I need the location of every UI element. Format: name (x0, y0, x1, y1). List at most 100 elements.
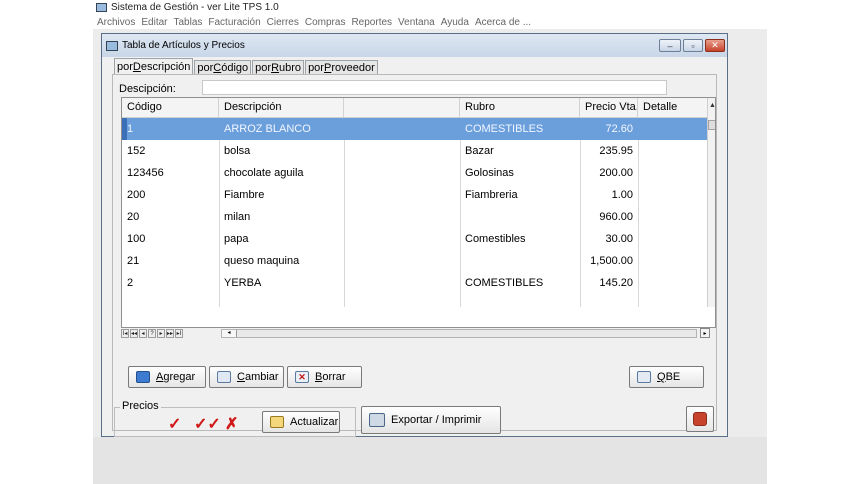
cross-icon[interactable]: ✗ (225, 417, 238, 433)
column-header-blank[interactable] (344, 98, 460, 117)
cell-blank (344, 228, 460, 250)
cell-descripcion: ARROZ BLANCO (224, 123, 311, 135)
cell-rubro: Comestibles (465, 233, 526, 245)
exit-button[interactable] (686, 406, 714, 432)
column-header-detalle[interactable]: Detalle (638, 98, 710, 117)
cell-descripcion: YERBA (224, 277, 262, 289)
tab-por-rubro[interactable]: por Rubro (252, 60, 305, 74)
cell-blank (344, 184, 460, 206)
close-button[interactable]: ✕ (705, 39, 725, 52)
menu-compras[interactable]: Compras (305, 17, 346, 28)
table-row[interactable]: 2 YERBA COMESTIBLES 145.20 (122, 272, 710, 294)
tab-por-descripcion[interactable]: por Descripción (114, 58, 194, 74)
cambiar-button[interactable]: Cambiar (209, 366, 284, 388)
scroll-up-icon[interactable]: ▲ (708, 101, 715, 110)
record-number-button[interactable]: ? (148, 329, 156, 338)
tab-panel: Descipción: Código Descripción Rubro Pre… (112, 74, 717, 431)
tab-label-key: P (323, 61, 332, 74)
menu-reportes[interactable]: Reportes (351, 17, 392, 28)
check-icon[interactable]: ✓ (168, 417, 181, 433)
tab-por-codigo[interactable]: por Código (194, 60, 252, 74)
cell-rubro: Golosinas (465, 167, 514, 179)
double-check-icon[interactable]: ✓✓ (194, 417, 221, 433)
grid-vertical-scrollbar[interactable]: ▲ (707, 98, 715, 307)
precios-label: Precios (120, 400, 161, 412)
cell-detalle (638, 206, 710, 228)
borrar-button[interactable]: ✕ Borrar (287, 366, 362, 388)
actualizar-button[interactable]: Actualizar (262, 411, 340, 433)
window-title: Tabla de Artículos y Precios (122, 40, 245, 51)
qbe-button[interactable]: Q BE (629, 366, 704, 388)
cambiar-label: ambiar (244, 371, 279, 383)
tab-label-rest: ódigo (221, 61, 249, 74)
cell-detalle (638, 118, 710, 140)
table-row[interactable]: 200 Fiambre Fiambreria 1.00 (122, 184, 710, 206)
tab-label-prefix: por (255, 61, 272, 74)
app-icon (96, 3, 107, 12)
descripcion-label: Descipción: (119, 83, 176, 95)
cell-precio: 960.00 (599, 211, 633, 223)
grid-horizontal-scrollbar[interactable]: ◂ (221, 329, 697, 338)
menu-archivos[interactable]: Archivos (97, 17, 135, 28)
table-row[interactable]: 21 queso maquina 1,500.00 (122, 250, 710, 272)
menu-tablas[interactable]: Tablas (173, 17, 202, 28)
scroll-thumb[interactable] (708, 120, 715, 130)
tab-label-rest: ubro (279, 61, 302, 74)
menu-ventana[interactable]: Ventana (398, 17, 435, 28)
add-record-icon (136, 371, 150, 383)
column-header-precio[interactable]: Precio Vta. (580, 98, 638, 117)
agregar-key: A (156, 371, 164, 383)
menu-cierres[interactable]: Cierres (267, 17, 299, 28)
prev-record-button[interactable]: ◂ (139, 329, 147, 338)
menu-facturacion[interactable]: Facturación (208, 17, 260, 28)
table-row[interactable]: 123456 chocolate aguila Golosinas 200.00 (122, 162, 710, 184)
next-page-button[interactable]: ▸▸ (166, 329, 174, 338)
first-record-button[interactable]: I◂ (121, 329, 129, 338)
cell-descripcion: bolsa (224, 145, 251, 157)
articles-grid: Código Descripción Rubro Precio Vta. Det… (121, 97, 716, 328)
cell-blank (344, 206, 460, 228)
scroll-right-icon[interactable]: ▸ (700, 328, 710, 338)
grid-header: Código Descripción Rubro Precio Vta. Det… (122, 98, 710, 118)
edit-record-icon (217, 371, 231, 383)
descripcion-input[interactable] (202, 80, 667, 95)
table-row[interactable]: 1 ARROZ BLANCO COMESTIBLES 72.60 (122, 118, 710, 140)
cell-blank (344, 140, 460, 162)
column-header-codigo[interactable]: Código (122, 98, 219, 117)
qbe-label: BE (665, 371, 681, 383)
menubar: Archivos Editar Tablas Facturación Cierr… (93, 15, 767, 29)
tab-label-prefix: por (197, 61, 214, 74)
menu-acerca[interactable]: Acerca de ... (475, 17, 531, 28)
cell-precio: 235.95 (599, 145, 633, 157)
column-header-descripcion[interactable]: Descripción (219, 98, 344, 117)
tab-label-key: C (213, 61, 222, 74)
borrar-label: orrar (322, 371, 346, 383)
cell-precio: 145.20 (599, 277, 633, 289)
table-row[interactable]: 152 bolsa Bazar 235.95 (122, 140, 710, 162)
menu-ayuda[interactable]: Ayuda (441, 17, 469, 28)
cell-rubro: COMESTIBLES (465, 123, 544, 135)
next-record-button[interactable]: ▸ (157, 329, 165, 338)
column-header-rubro[interactable]: Rubro (460, 98, 580, 117)
cell-descripcion: chocolate aguila (224, 167, 304, 179)
agregar-button[interactable]: Agregar (128, 366, 206, 388)
menu-editar[interactable]: Editar (141, 17, 167, 28)
scroll-left-icon[interactable]: ◂ (222, 330, 237, 337)
last-record-button[interactable]: ▸I (175, 329, 183, 338)
restore-button[interactable]: ▫ (683, 39, 703, 52)
prev-page-button[interactable]: ◂◂ (130, 329, 138, 338)
table-row[interactable]: 20 milan 960.00 (122, 206, 710, 228)
table-row[interactable]: 100 papa Comestibles 30.00 (122, 228, 710, 250)
exportar-imprimir-button[interactable]: Exportar / Imprimir (361, 406, 501, 434)
cell-codigo: 20 (127, 211, 140, 223)
cell-precio: 30.00 (605, 233, 633, 245)
cell-precio: 1,500.00 (590, 255, 633, 267)
cell-detalle (638, 162, 710, 184)
articulos-window: Tabla de Artículos y Precios – ▫ ✕ por D… (101, 33, 728, 437)
cell-detalle (638, 250, 710, 272)
minimize-button[interactable]: – (659, 39, 681, 52)
exportar-label: Exportar / Imprimir (391, 414, 482, 426)
tab-label-rest: escripción (140, 60, 191, 73)
tab-por-proveedor[interactable]: por Proveedor (305, 60, 378, 74)
cell-rubro (460, 250, 580, 272)
